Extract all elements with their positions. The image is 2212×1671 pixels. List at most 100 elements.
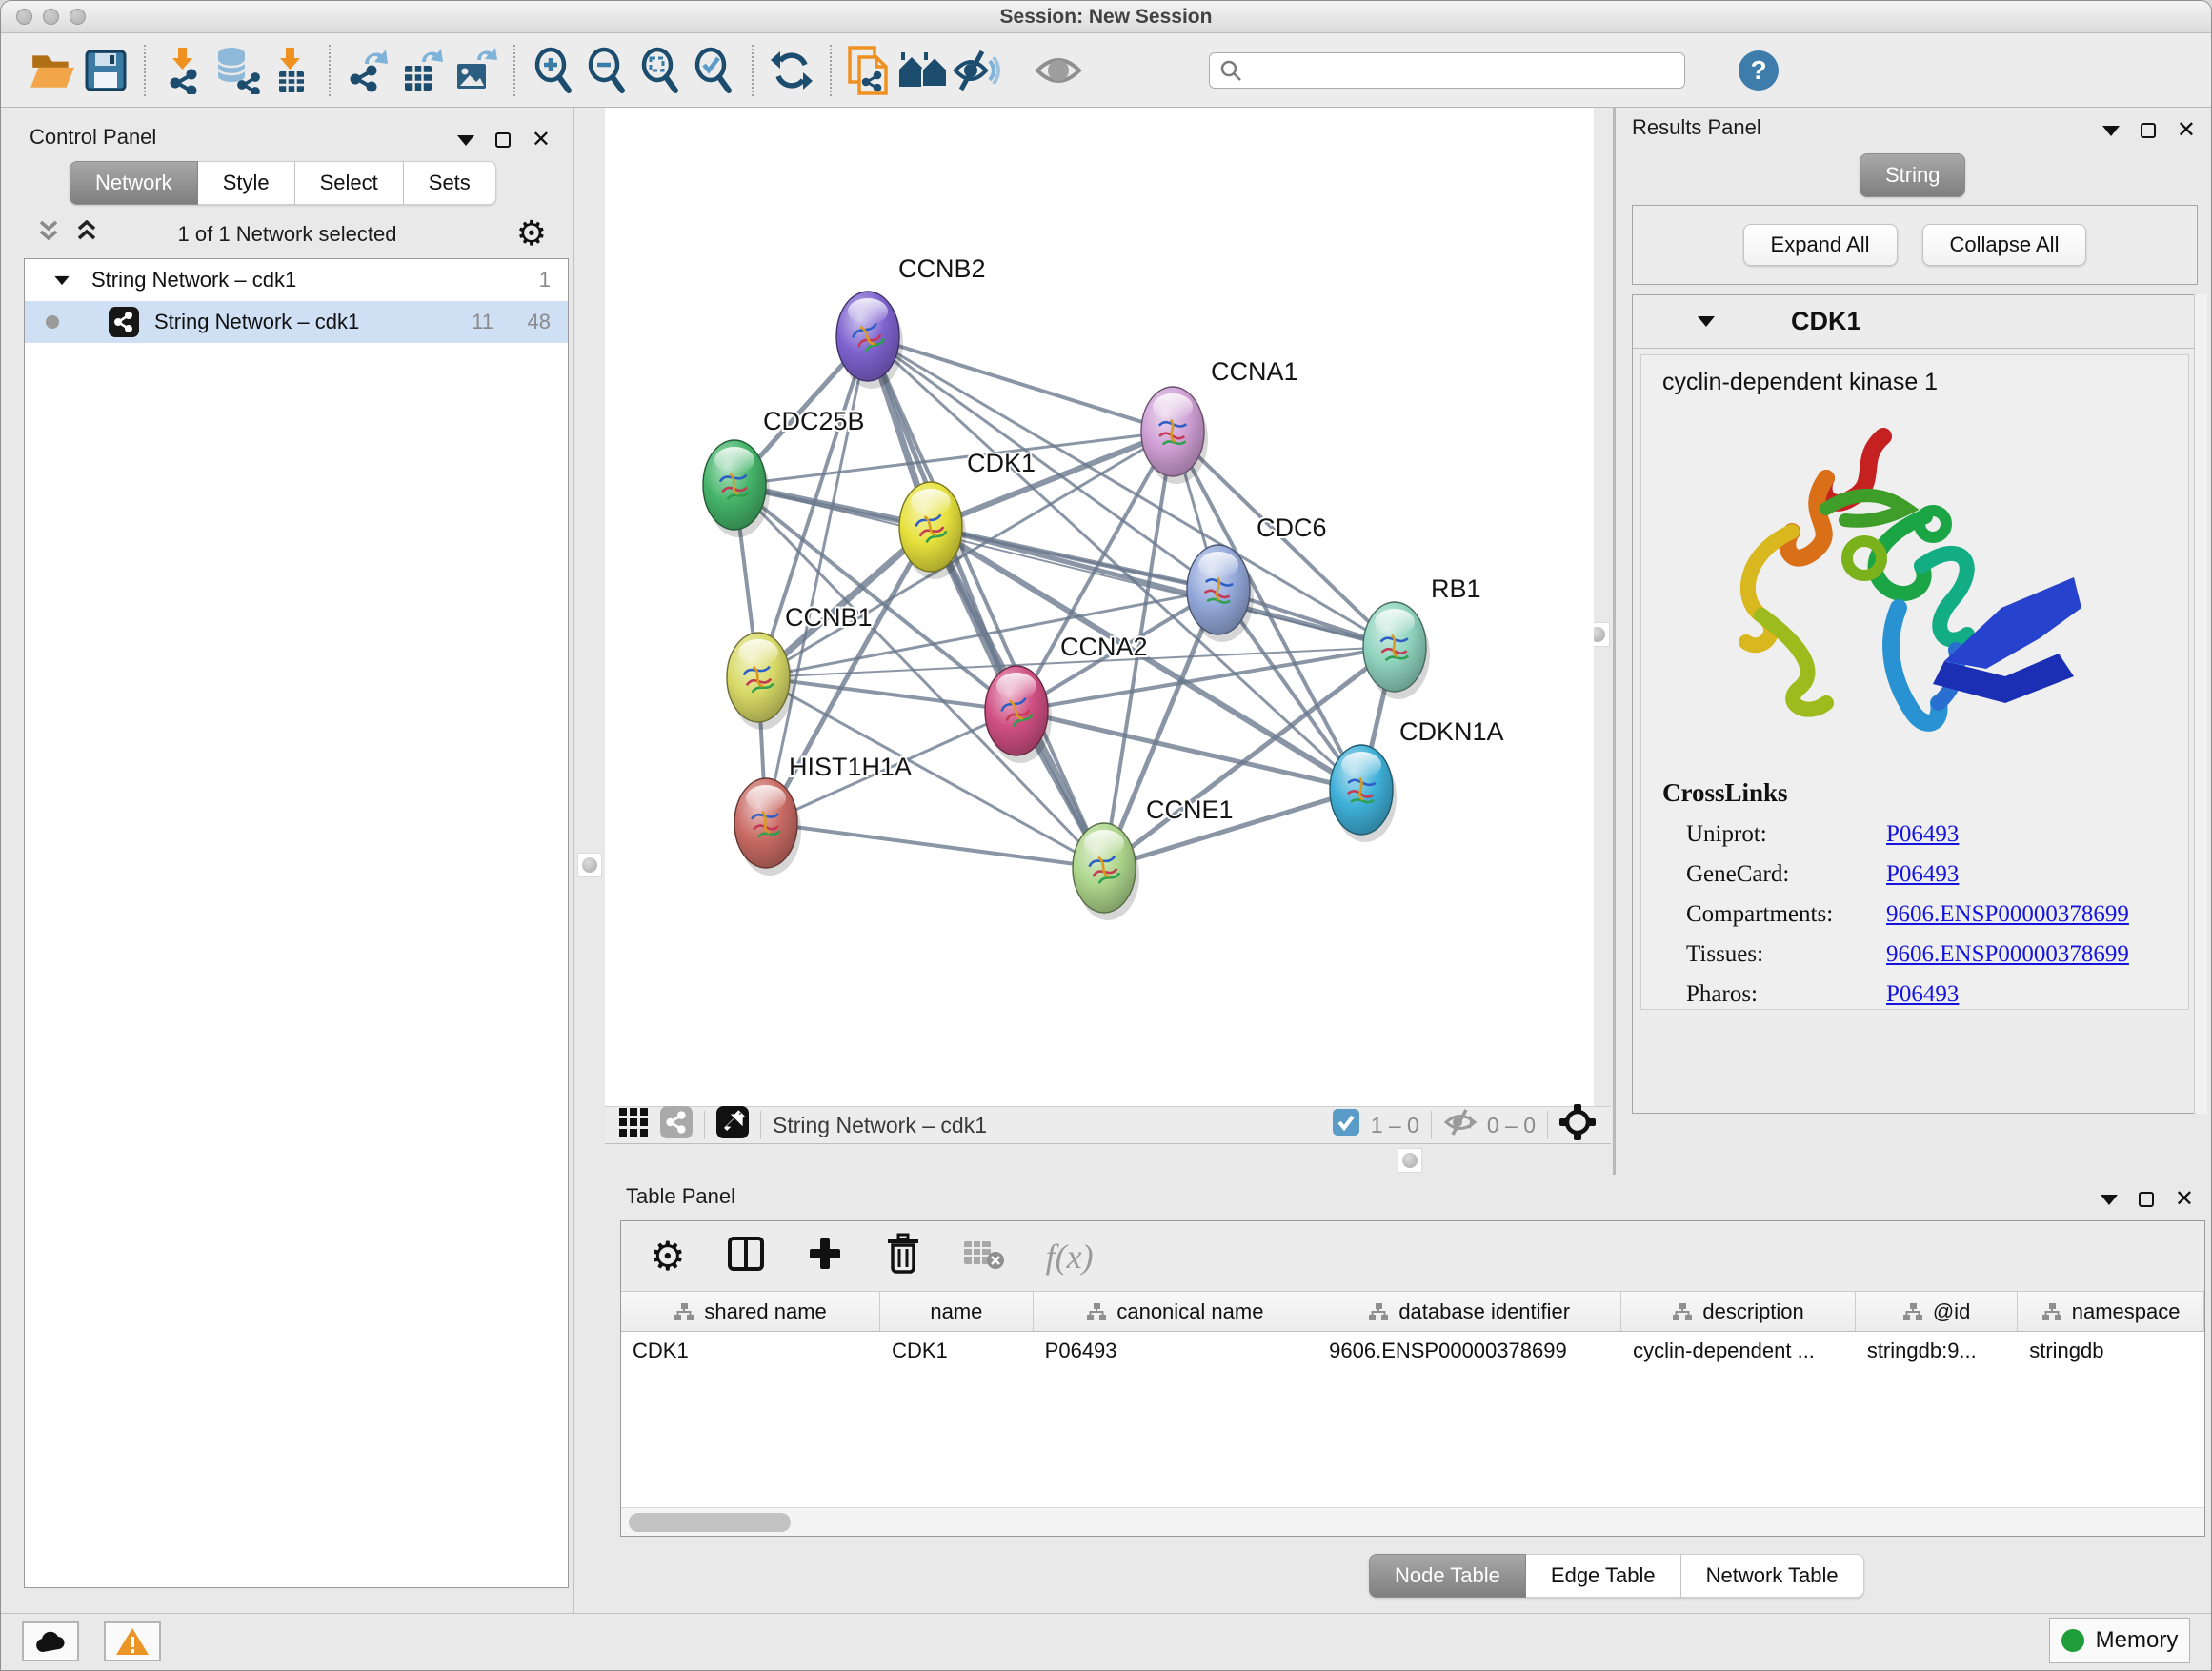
import-network-database-icon[interactable] bbox=[211, 44, 264, 97]
table-row[interactable]: CDK1CDK1P064939606.ENSP00000378699cyclin… bbox=[621, 1332, 2204, 1372]
toolbar-separator bbox=[144, 45, 146, 96]
tab-sets[interactable]: Sets bbox=[404, 161, 496, 205]
tab-edge-table[interactable]: Edge Table bbox=[1526, 1554, 1681, 1598]
export-network-icon[interactable] bbox=[342, 44, 395, 97]
collection-label: String Network – cdk1 bbox=[91, 268, 296, 292]
panel-menu-icon[interactable] bbox=[457, 135, 474, 146]
collection-count: 1 bbox=[539, 268, 551, 292]
crosslink-link[interactable]: 9606.ENSP00000378699 bbox=[1886, 901, 2129, 928]
expand-all-button[interactable]: Expand All bbox=[1743, 224, 1898, 266]
network-edge[interactable] bbox=[758, 677, 1016, 711]
column-header-sharedname[interactable]: shared name bbox=[621, 1292, 880, 1331]
network-edge[interactable] bbox=[868, 336, 1173, 432]
left-splitter[interactable] bbox=[574, 108, 605, 1613]
network-node-CDKN1A[interactable]: CDKN1A bbox=[1330, 717, 1504, 842]
panel-menu-icon[interactable] bbox=[2101, 1195, 2118, 1205]
open-session-icon[interactable] bbox=[26, 44, 79, 97]
network-canvas[interactable]: CCNB2 CCNA1 CDC25B CDK1 CDC6 RB1 CCNB1 C… bbox=[605, 108, 1594, 1106]
float-panel-icon[interactable] bbox=[2139, 1192, 2154, 1207]
search-input[interactable] bbox=[1250, 59, 1675, 83]
table-panel-splitter[interactable] bbox=[1398, 1148, 1422, 1173]
node-label: CDC25B bbox=[763, 407, 865, 435]
search-box[interactable] bbox=[1209, 52, 1685, 89]
netbar-separator bbox=[1431, 1111, 1432, 1139]
collection-collapse-icon[interactable] bbox=[54, 275, 69, 284]
column-header-name[interactable]: name bbox=[880, 1292, 1034, 1331]
selected-checkbox-icon[interactable] bbox=[1333, 1109, 1359, 1141]
float-panel-icon[interactable] bbox=[495, 132, 511, 148]
network-options-gear-icon[interactable]: ⚙ bbox=[516, 214, 547, 253]
network-row-selected[interactable]: String Network – cdk1 11 48 bbox=[25, 301, 568, 343]
column-header-canonicalname[interactable]: canonical name bbox=[1034, 1292, 1318, 1331]
hide-selected-icon[interactable] bbox=[950, 44, 1003, 97]
export-table-icon[interactable] bbox=[395, 44, 449, 97]
column-header-namespace[interactable]: namespace bbox=[2018, 1292, 2204, 1331]
network-node-CCNA1[interactable]: CCNA1 bbox=[1141, 357, 1298, 484]
center-view-crosshair-icon[interactable] bbox=[1559, 1104, 1596, 1146]
tab-network-table[interactable]: Network Table bbox=[1681, 1554, 1864, 1598]
table-settings-gear-icon[interactable]: ⚙ bbox=[650, 1233, 686, 1279]
memory-label: Memory bbox=[2096, 1627, 2179, 1654]
crosslink-link[interactable]: 9606.ENSP00000378699 bbox=[1886, 941, 2129, 968]
close-panel-icon[interactable]: ✕ bbox=[532, 129, 551, 151]
main-toolbar: ? bbox=[1, 34, 2211, 108]
import-table-icon[interactable] bbox=[264, 44, 317, 97]
crosslink-link[interactable]: P06493 bbox=[1886, 821, 1959, 848]
zoom-selected-icon[interactable] bbox=[687, 44, 740, 97]
table-cell: CDK1 bbox=[880, 1332, 1034, 1372]
apply-layout-icon[interactable] bbox=[765, 44, 818, 97]
table-panel-title: Table Panel bbox=[626, 1184, 735, 1209]
table-cell: 9606.ENSP00000378699 bbox=[1317, 1332, 1621, 1372]
zoom-fit-icon[interactable] bbox=[633, 44, 687, 97]
tab-string-results[interactable]: String bbox=[1860, 153, 1965, 197]
save-session-icon[interactable] bbox=[79, 44, 132, 97]
network-node-RB1[interactable]: RB1 bbox=[1363, 574, 1481, 699]
show-all-icon[interactable] bbox=[1032, 44, 1085, 97]
help-button[interactable]: ? bbox=[1739, 50, 1779, 91]
string-badge-icon[interactable] bbox=[660, 1106, 693, 1144]
network-edge[interactable] bbox=[766, 823, 1104, 868]
crosslink-link[interactable]: P06493 bbox=[1886, 981, 1959, 1008]
column-header-databaseidentifier[interactable]: database identifier bbox=[1317, 1292, 1621, 1331]
import-network-file-icon[interactable] bbox=[157, 44, 211, 97]
table-hscrollbar[interactable] bbox=[621, 1507, 2204, 1536]
close-panel-icon[interactable]: ✕ bbox=[2177, 119, 2196, 142]
export-image-icon[interactable] bbox=[449, 44, 502, 97]
collapse-all-button[interactable]: Collapse All bbox=[1922, 224, 2087, 266]
network-edge[interactable] bbox=[868, 336, 1104, 868]
thumbnail-grid-icon[interactable] bbox=[618, 1107, 649, 1143]
column-header-description[interactable]: description bbox=[1621, 1292, 1856, 1331]
crosslink-link[interactable]: P06493 bbox=[1886, 861, 1959, 888]
network-collection-row[interactable]: String Network – cdk1 1 bbox=[25, 259, 568, 301]
results-scrollbar[interactable] bbox=[2194, 294, 2207, 1114]
results-button-box: Expand All Collapse All bbox=[1632, 205, 2198, 285]
warnings-button[interactable] bbox=[104, 1621, 161, 1661]
new-network-from-selection-icon[interactable] bbox=[843, 44, 896, 97]
crosslink-label: Tissues: bbox=[1662, 941, 1886, 968]
cloud-status-button[interactable] bbox=[22, 1621, 79, 1661]
gene-section-header[interactable]: CDK1 bbox=[1633, 295, 2197, 349]
scrollbar-thumb[interactable] bbox=[629, 1513, 791, 1532]
network-node-CCNE1[interactable]: CCNE1 bbox=[1073, 795, 1234, 920]
tab-node-table[interactable]: Node Table bbox=[1369, 1554, 1526, 1598]
memory-button[interactable]: Memory bbox=[2049, 1618, 2190, 1663]
results-panel-title: Results Panel bbox=[1632, 115, 1761, 140]
close-panel-icon[interactable]: ✕ bbox=[2175, 1188, 2194, 1211]
zoom-out-icon[interactable] bbox=[580, 44, 633, 97]
tab-network[interactable]: Network bbox=[70, 161, 198, 205]
zoom-in-icon[interactable] bbox=[527, 44, 580, 97]
network-node-HIST1H1A[interactable]: HIST1H1A bbox=[734, 753, 912, 876]
gene-section: CDK1 cyclin-dependent kinase 1 bbox=[1632, 294, 2198, 1114]
network-edge[interactable] bbox=[1016, 711, 1361, 790]
gene-collapse-icon[interactable] bbox=[1698, 316, 1715, 327]
first-neighbors-icon[interactable] bbox=[896, 44, 950, 97]
tab-style[interactable]: Style bbox=[198, 161, 295, 205]
float-panel-icon[interactable] bbox=[2141, 123, 2156, 138]
tab-select[interactable]: Select bbox=[295, 161, 404, 205]
delete-column-trash-icon[interactable] bbox=[884, 1233, 922, 1279]
panel-menu-icon[interactable] bbox=[2102, 126, 2120, 136]
column-header-id[interactable]: @id bbox=[1856, 1292, 2018, 1331]
add-column-icon[interactable] bbox=[806, 1235, 844, 1278]
birdseye-toggle-icon[interactable] bbox=[716, 1106, 749, 1144]
show-columns-icon[interactable] bbox=[726, 1234, 766, 1278]
